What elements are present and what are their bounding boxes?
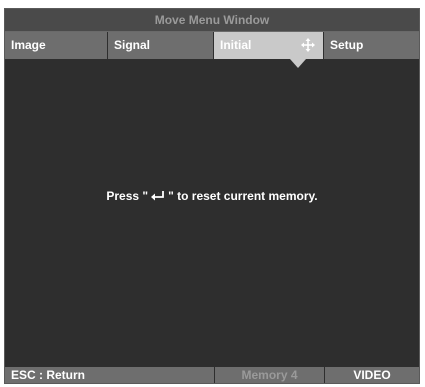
memory-indicator: Memory 4 <box>214 367 324 383</box>
reset-memory-message: Press " " to reset current memory. <box>5 189 419 203</box>
move-icon <box>301 38 315 52</box>
status-bar: ESC : Return Memory 4 VIDEO <box>5 367 419 383</box>
tab-setup-label: Setup <box>330 38 364 52</box>
tab-image-label: Image <box>11 38 46 52</box>
tab-initial-label: Initial <box>220 38 252 52</box>
enter-return-icon <box>151 191 164 201</box>
tab-signal[interactable]: Signal <box>108 32 214 59</box>
message-before: Press " <box>106 189 149 203</box>
esc-return-hint: ESC : Return <box>11 368 86 382</box>
message-after: " to reset current memory. <box>168 189 318 203</box>
osd-menu-window: Move Menu Window Image Signal Initial Se… <box>4 8 420 384</box>
menu-tabs: Image Signal Initial Setup <box>5 32 419 59</box>
tab-setup[interactable]: Setup <box>324 32 419 59</box>
tab-initial[interactable]: Initial <box>214 32 324 59</box>
tab-signal-label: Signal <box>114 38 151 52</box>
tab-image[interactable]: Image <box>5 32 108 59</box>
active-tab-pointer <box>290 59 306 68</box>
window-title[interactable]: Move Menu Window <box>5 9 419 32</box>
input-source-indicator: VIDEO <box>324 367 419 383</box>
